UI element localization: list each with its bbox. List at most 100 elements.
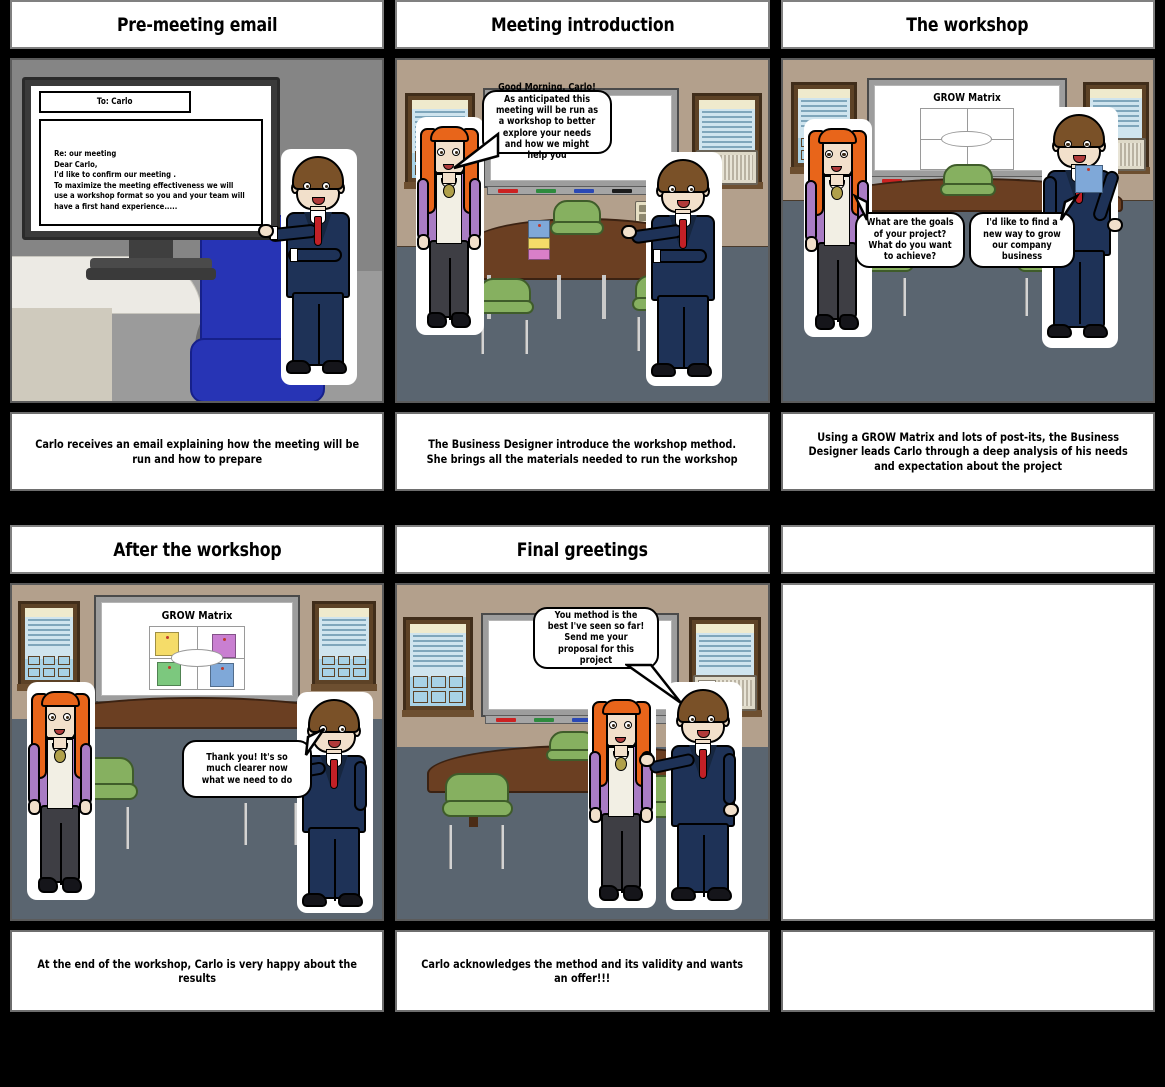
window-panes (319, 653, 369, 680)
eye-left (1063, 140, 1072, 148)
boot-left (427, 312, 448, 328)
cell-scene-office-desk[interactable]: To: Carlo Re: our meeting Dear Carlo, I'… (10, 58, 385, 403)
storyboard-cell-empty[interactable] (780, 525, 1155, 1012)
cell-caption-box: Using a GROW Matrix and lots of post-its… (780, 412, 1155, 491)
hand-left (258, 224, 274, 238)
blind-header (319, 608, 369, 617)
marker-green (534, 718, 555, 722)
postit-bottom-right (210, 663, 234, 687)
cell-scene-meeting-room[interactable]: You method is the best I've seen so far!… (395, 583, 770, 921)
email-body-text: Re: our meeting Dear Carlo, I'd like to … (54, 149, 245, 211)
email-body: Re: our meeting Dear Carlo, I'd like to … (39, 119, 263, 226)
storyboard-cell-meeting-introduction[interactable]: Meeting introduction Good Morning, Carlo… (395, 0, 770, 491)
window-blinds (410, 633, 467, 677)
whiteboard-surface: GROW Matrix (101, 602, 293, 696)
cell-title-bar[interactable]: Final greetings (395, 525, 770, 574)
character-carlo[interactable] (639, 682, 743, 910)
storyboard-cell-final-greetings[interactable]: Final greetings You method is the best I… (395, 525, 770, 1012)
storyboard-cell-pre-meeting-email[interactable]: Pre-meeting email To: Carlo Re: our meet… (10, 0, 385, 491)
speech-bubble-tail (453, 131, 500, 170)
wall-postit-note (1074, 165, 1103, 193)
monitor-screen: To: Carlo Re: our meeting Dear Carlo, I'… (31, 86, 271, 231)
chair-center (939, 164, 996, 206)
cell-scene-meeting-room[interactable]: Good Morning, Carlo! As anticipated this… (395, 58, 770, 403)
cell-caption: The Business Designer introduce the work… (426, 437, 738, 466)
trousers (601, 813, 642, 893)
arm-left (28, 743, 40, 805)
arm-right (80, 743, 92, 805)
arm-right (469, 178, 482, 240)
blind-header (797, 89, 850, 98)
blind-header (699, 100, 756, 109)
cell-scene-empty[interactable] (780, 583, 1155, 921)
cell-title-bar[interactable]: After the workshop (10, 525, 385, 574)
speech-bubble-text: I'd like to find a new way to grow our c… (982, 217, 1061, 263)
window-glass (319, 608, 369, 680)
table-leg-mid (557, 275, 562, 319)
chair-center (550, 200, 605, 246)
shoe-right (1082, 324, 1108, 338)
shoe-right (338, 893, 363, 907)
storyboard-cell-the-workshop[interactable]: The workshop GROW Matrix What are the go… (780, 0, 1155, 491)
hand-right (640, 807, 654, 823)
boot-right (451, 312, 472, 328)
cell-title-bar[interactable]: The workshop (780, 0, 1155, 49)
cell-caption-box: The Business Designer introduce the work… (395, 412, 770, 491)
shoe-right (322, 360, 347, 374)
marker-red (498, 189, 519, 193)
character-business-designer[interactable] (27, 682, 95, 900)
speech-bubble-carlo: You method is the best I've seen so far!… (533, 607, 660, 669)
cell-title-bar[interactable]: Pre-meeting email (10, 0, 385, 49)
cell-title-bar[interactable] (780, 525, 1155, 574)
whiteboard[interactable]: GROW Matrix (866, 78, 1067, 185)
arm-left (417, 178, 430, 240)
trousers (816, 242, 857, 322)
eye-left (303, 182, 311, 190)
window-glass (25, 608, 73, 680)
speech-bubble-tail-right (1059, 192, 1081, 221)
whiteboard[interactable]: GROW Matrix (94, 595, 300, 710)
boot-left (814, 314, 835, 330)
marker-green (536, 189, 557, 193)
shoe-right (687, 363, 713, 377)
cell-title: The workshop (906, 13, 1029, 36)
shoe-left (302, 893, 327, 907)
speech-bubble-text: What are the goals of your project? What… (866, 217, 954, 263)
hand-left (589, 807, 603, 823)
cell-caption-box (780, 930, 1155, 1012)
cell-title: After the workshop (113, 538, 282, 561)
trousers (308, 827, 360, 901)
shoe-left (651, 363, 677, 377)
blind-header (410, 624, 467, 633)
character-business-designer[interactable] (588, 690, 657, 908)
cell-title: Meeting introduction (490, 13, 675, 36)
cell-scene-meeting-room[interactable]: GROW Matrix (10, 583, 385, 921)
hand-left (28, 799, 41, 815)
necktie (699, 749, 708, 779)
boot-left (599, 885, 620, 901)
cell-title: Final greetings (516, 538, 649, 561)
postit-pink (528, 249, 551, 260)
character-carlo[interactable] (258, 149, 357, 385)
marker-red (496, 718, 517, 722)
character-carlo[interactable] (621, 152, 723, 386)
cell-title-bar[interactable]: Meeting introduction (395, 0, 770, 49)
cell-scene-meeting-room[interactable]: GROW Matrix (780, 58, 1155, 403)
cell-caption-box: Carlo acknowledges the method and its va… (395, 930, 770, 1012)
necktie (330, 759, 338, 789)
cell-caption: At the end of the workshop, Carlo is ver… (37, 956, 357, 985)
shoe-right (707, 887, 733, 901)
storyboard-cell-after-the-workshop[interactable]: After the workshop GROW Matrix Thank you… (10, 525, 385, 1012)
hand-left (621, 225, 638, 239)
blind-header (696, 624, 755, 633)
hand-right (79, 799, 92, 815)
eye-right (1082, 140, 1091, 148)
cuff-right (653, 249, 662, 263)
speech-bubble-business-designer: Good Morning, Carlo! As anticipated this… (482, 82, 613, 161)
storyboard-row-2: After the workshop GROW Matrix Thank you… (0, 525, 1165, 1012)
cell-caption: Using a GROW Matrix and lots of post-its… (808, 430, 1128, 473)
window-left (17, 601, 81, 691)
trousers (40, 805, 80, 885)
trousers (429, 240, 470, 320)
whiteboard-surface: GROW Matrix (873, 85, 1060, 171)
